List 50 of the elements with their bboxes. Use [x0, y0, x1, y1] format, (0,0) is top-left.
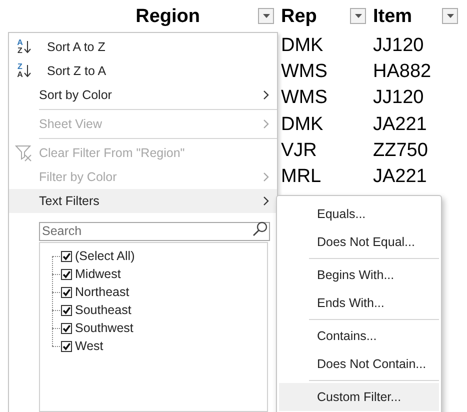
search-icon — [252, 220, 268, 236]
caret-icon — [262, 14, 270, 18]
table-cell: ZZ750 — [373, 140, 428, 160]
search-field[interactable]: Search — [39, 222, 270, 240]
checkbox[interactable] — [61, 322, 72, 334]
table-cell-text: MRL — [281, 167, 322, 186]
table-cell: JJ120 — [373, 36, 424, 55]
column-header: Region — [136, 6, 200, 26]
menu-item[interactable]: Custom Filter... — [279, 383, 439, 411]
menu-item[interactable]: Does Not Equal... — [279, 228, 439, 256]
clear-filter-icon — [15, 144, 33, 162]
table-cell: JA221 — [373, 114, 427, 134]
checkbox-label: Midwest — [75, 266, 121, 283]
menu-item[interactable]: Text Filters — [9, 189, 277, 213]
column-header: Rep — [281, 6, 318, 26]
table-cell: JJ120 — [373, 88, 424, 108]
table-cell: JA221 — [373, 167, 427, 186]
menu-item[interactable]: Ends With... — [279, 289, 439, 317]
checkbox-label: Northeast — [75, 284, 130, 301]
table-cell: HA882 — [373, 62, 432, 81]
menu-item[interactable]: Contains... — [279, 322, 439, 350]
table-cell-text: VJR — [281, 140, 318, 160]
filter-dropdown-button[interactable] — [258, 8, 274, 24]
menu-item: Clear Filter From "Region" — [9, 141, 277, 165]
menu-item[interactable]: Z A Sort Z to A — [9, 59, 277, 83]
menu-item[interactable]: Sort by Color — [9, 83, 277, 107]
menu-item: Sheet View — [9, 112, 277, 136]
column-header: Item — [373, 6, 414, 26]
table-cell-text: DMK — [281, 36, 324, 55]
checkbox[interactable] — [61, 286, 72, 298]
checkbox[interactable] — [61, 250, 72, 262]
table-cell-text: WMS — [281, 88, 328, 108]
menu-item[interactable]: Equals... — [279, 200, 439, 228]
menu-item[interactable]: Begins With... — [279, 261, 439, 289]
menu-item[interactable]: A Z Sort A to Z — [9, 35, 277, 59]
caret-icon — [446, 14, 454, 18]
filter-dropdown-button[interactable] — [442, 8, 458, 24]
checkbox-label: West — [75, 338, 104, 355]
checkbox-label: Southeast — [75, 302, 132, 319]
table-cell-text: WMS — [281, 62, 328, 81]
checkbox-label: Southwest — [75, 320, 134, 337]
checkbox[interactable] — [61, 304, 72, 316]
table-cell-text: DMK — [281, 114, 324, 134]
filter-dropdown-button[interactable] — [350, 8, 366, 24]
checkbox-label: (Select All) — [75, 248, 135, 265]
menu-item: Filter by Color — [9, 165, 277, 189]
menu-item[interactable]: Does Not Contain... — [279, 350, 439, 378]
checkbox[interactable] — [61, 268, 72, 280]
caret-icon — [354, 14, 362, 18]
checkbox[interactable] — [61, 340, 72, 352]
